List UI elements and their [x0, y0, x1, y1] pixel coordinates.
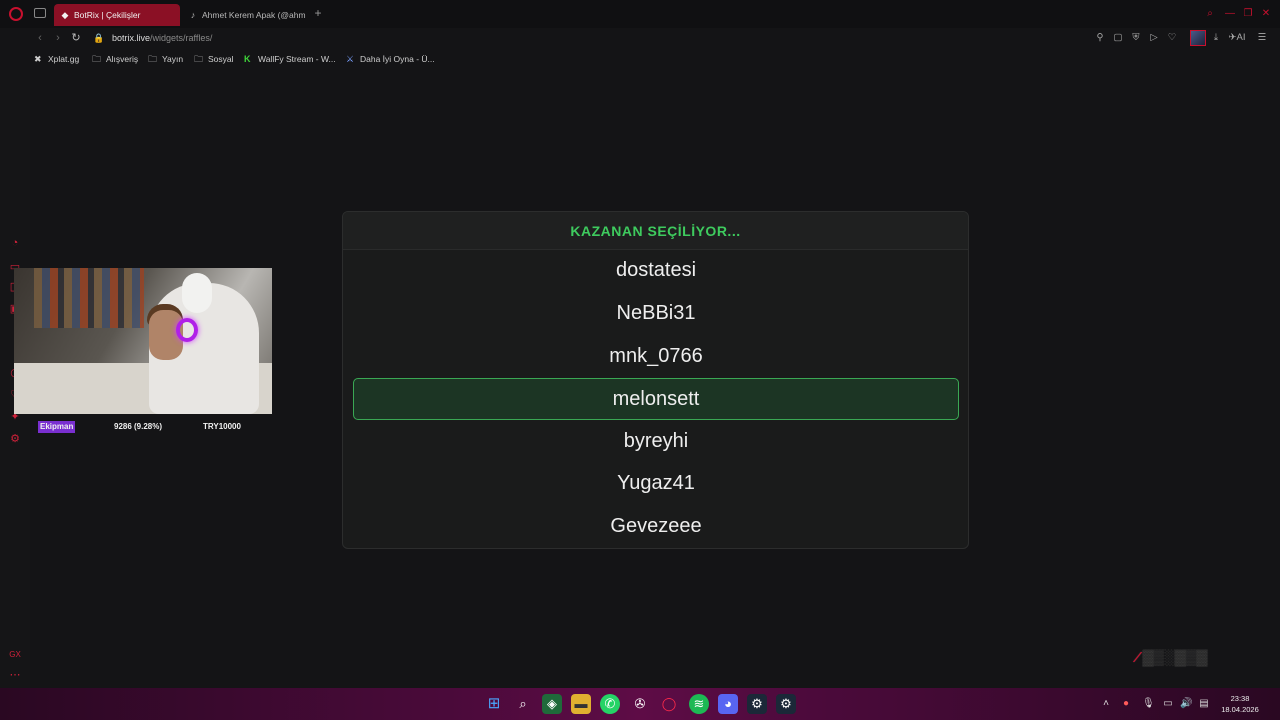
url-path: /widgets/raffles/: [150, 33, 213, 43]
bookmark-folder-yayin[interactable]: 🗀 Yayın: [148, 52, 183, 66]
steam-icon[interactable]: ⚙: [747, 694, 767, 714]
tiktok-icon: ♪: [190, 10, 196, 20]
url-field[interactable]: botrix.live/widgets/raffles/: [112, 31, 212, 45]
battery-icon[interactable]: ▤: [1198, 698, 1210, 710]
tab-bar: ◆ BotRix | Çekilişler ♪ Ahmet Kerem Apak…: [0, 0, 1280, 28]
stats-middle: 9286 (9.28%): [114, 422, 163, 431]
raffle-entry-selected: melonsett: [353, 378, 959, 420]
heart-icon[interactable]: ♡: [1166, 32, 1178, 44]
bookmark-label: Sosyal: [208, 54, 234, 64]
webcam-overlay: [14, 268, 272, 414]
spotify-icon[interactable]: ≋: [689, 694, 709, 714]
raffle-entry: dostatesi: [615, 259, 697, 281]
bookmark-label: Yayın: [162, 54, 184, 64]
shield-icon[interactable]: ⛨: [1130, 32, 1142, 44]
extension-avatar-icon[interactable]: [1190, 30, 1206, 46]
play-icon[interactable]: ▷: [1148, 32, 1160, 44]
k-icon: K: [244, 54, 251, 64]
bookmark-label: WallFy Stream - W...: [258, 54, 336, 64]
sidebar-more-icon[interactable]: ⋯: [8, 668, 22, 682]
app-wheel-icon[interactable]: ✇: [630, 694, 650, 714]
channel-watermark-logo: ⁄ ▓▒░▓▒▓: [1136, 649, 1208, 666]
raffle-entry: Yugaz41: [617, 472, 695, 494]
tab-label: Ahmet Kerem Apak (@ahm: [202, 10, 306, 20]
close-icon[interactable]: ✕: [1260, 8, 1272, 20]
stats-right: TRY10000: [203, 422, 241, 431]
bookmark-label: Alışveriş: [106, 54, 139, 64]
restore-icon[interactable]: ❐: [1242, 8, 1254, 20]
steam-second-icon[interactable]: ⚙: [776, 694, 796, 714]
raffle-entry: Gevezeee: [610, 515, 702, 537]
new-tab-icon[interactable]: +: [312, 7, 324, 19]
sidebar-gx-icon[interactable]: GX: [8, 648, 22, 662]
tab-tiktok[interactable]: ♪ Ahmet Kerem Apak (@ahm: [182, 4, 308, 26]
bookmark-daha-iyi-oyna[interactable]: ⚔ Daha İyi Oyna - Ü...: [346, 52, 435, 66]
whatsapp-icon[interactable]: ✆: [600, 694, 620, 714]
app-shield-icon[interactable]: ◈: [542, 694, 562, 714]
bookmark-wallfy[interactable]: K WallFy Stream - W...: [244, 52, 336, 66]
sidebar-aria-icon[interactable]: ◔: [8, 236, 22, 250]
raffle-header: KAZANAN SEÇİLİYOR...: [343, 212, 968, 250]
windows-start-icon[interactable]: ⊞: [484, 694, 504, 714]
stats-tag: Ekipman: [38, 421, 76, 433]
volume-icon[interactable]: 🔊: [1180, 698, 1192, 710]
tab-list-icon[interactable]: [34, 8, 46, 18]
reload-icon[interactable]: ↻: [70, 31, 82, 45]
opera-gx-icon[interactable]: ◯: [659, 694, 679, 714]
hood-ear: [182, 273, 212, 313]
pin-icon[interactable]: ⚲: [1094, 32, 1106, 44]
bookmark-xplat[interactable]: ✖ Xplat.gg: [34, 52, 79, 66]
headset-glow-icon: [176, 318, 198, 342]
folder-icon: 🗀: [92, 54, 102, 64]
snapshot-icon[interactable]: ▢: [1112, 32, 1124, 44]
file-explorer-icon[interactable]: ▬: [571, 694, 591, 714]
tab-botrix[interactable]: ◆ BotRix | Çekilişler: [54, 4, 180, 26]
bookmark-folder-sosyal[interactable]: 🗀 Sosyal: [194, 52, 234, 66]
bookmark-folder-alisveris[interactable]: 🗀 Alışveriş: [92, 52, 138, 66]
folder-icon: 🗀: [148, 54, 158, 64]
back-icon[interactable]: ‹: [34, 31, 46, 45]
download-icon[interactable]: ⤓: [1210, 32, 1222, 44]
forward-icon[interactable]: ›: [52, 31, 64, 45]
monitor-icon[interactable]: ▭: [1162, 698, 1174, 710]
raffle-panel: KAZANAN SEÇİLİYOR... dostatesi NeBBi31 m…: [342, 211, 969, 549]
microphone-icon[interactable]: 🎙: [1142, 698, 1155, 710]
clock-date: 18.04.2026: [1221, 705, 1259, 714]
shelf-background: [34, 268, 144, 328]
minimize-icon[interactable]: —: [1224, 8, 1236, 20]
raffle-entry: byreyhi: [623, 430, 689, 452]
address-bar: ‹ › ↻ 🔒 botrix.live/widgets/raffles/ ⚲ ▢…: [30, 28, 1280, 48]
bookmarks-bar: ✖ Xplat.gg 🗀 Alışveriş 🗀 Yayın 🗀 Sosyal K Wal…: [30, 50, 1280, 68]
tab-label: BotRix | Çekilişler: [74, 10, 141, 20]
botrix-icon: ◆: [61, 10, 69, 20]
folder-icon: 🗀: [194, 54, 204, 64]
ai-icon[interactable]: ✈AI: [1228, 32, 1246, 44]
tray-chevron-icon[interactable]: ˄: [1100, 698, 1112, 710]
url-domain: botrix.live: [112, 33, 151, 43]
search-icon[interactable]: ⌕: [513, 694, 533, 714]
raffle-entry: NeBBi31: [616, 302, 696, 324]
lock-icon: 🔒: [93, 33, 105, 43]
browser-window: ◆ BotRix | Çekilişler ♪ Ahmet Kerem Apak…: [0, 0, 1280, 720]
x-icon: ✖: [34, 54, 42, 64]
tray-app-icon[interactable]: ●: [1120, 698, 1132, 710]
sword-icon: ⚔: [346, 54, 355, 64]
webcam-stats-bar: Ekipman 9286 (9.28%) TRY10000: [38, 421, 250, 433]
sidebar-settings-icon[interactable]: ⚙: [8, 432, 22, 446]
bookmark-label: Xplat.gg: [48, 54, 80, 64]
system-clock[interactable]: 23:38 18.04.2026: [1214, 693, 1266, 715]
discord-icon[interactable]: ◕: [718, 694, 738, 714]
opera-logo-icon[interactable]: [9, 7, 23, 21]
raffle-entry: mnk_0766: [609, 345, 703, 367]
taskbar: ⊞ ⌕ ◈ ▬ ✆ ✇ ◯ ≋ ◕ ⚙ ⚙ ˄ ● 🎙 ▭ 🔊 ▤ 23:38 …: [0, 688, 1280, 720]
menu-icon[interactable]: ☰: [1256, 32, 1268, 44]
clock-time: 23:38: [1230, 694, 1250, 703]
bookmark-label: Daha İyi Oyna - Ü...: [360, 54, 435, 64]
search-tabs-icon[interactable]: ⌕: [1204, 8, 1216, 20]
